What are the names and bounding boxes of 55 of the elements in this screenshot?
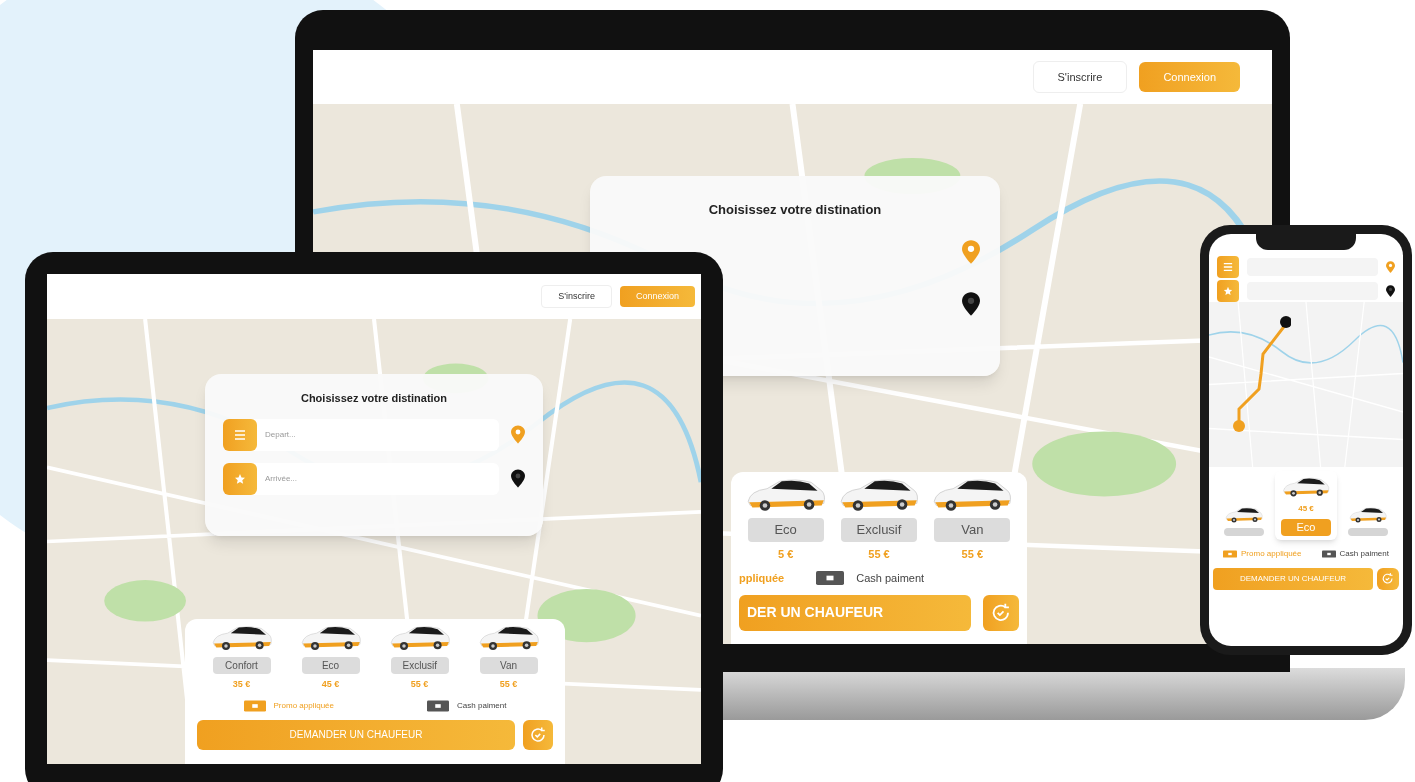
price-text: 45 € [321,678,340,691]
cash-icon [427,699,450,712]
vehicle-type-tab[interactable]: Van [934,518,1011,542]
star-icon [1223,286,1233,296]
ticket-icon [1223,549,1238,558]
address-input[interactable]: Depart... [265,428,499,441]
payment-text: Cash paiment [457,699,507,712]
map-pin-icon [962,291,980,316]
signup-button[interactable]: S'inscrire [541,284,612,309]
car-drawing [1281,475,1331,499]
list-icon [234,428,246,441]
map-pin-icon [511,469,525,488]
promo-text: Promo appliquée [1241,547,1302,560]
cash-icon [816,570,845,587]
map-pin-icon [1386,285,1395,297]
refresh-icon [990,601,1012,624]
list-icon [1223,262,1233,272]
price-text: 45 € [1298,503,1314,515]
address-field[interactable]: Depart... [223,418,499,451]
signup-button[interactable]: S'inscrire [1032,60,1128,94]
vehicle-type-tab[interactable] [1224,527,1264,536]
car-drawing [1348,505,1388,524]
refresh-icon [1381,571,1395,586]
cash-icon [1321,549,1336,558]
payment-text: Cash paiment [1339,547,1389,560]
map-pin-icon [511,425,525,444]
refresh-button[interactable] [523,719,553,750]
refresh-button[interactable] [983,594,1019,631]
vehicle-type-tab[interactable]: Van [479,657,538,674]
map-pin-icon [962,239,980,264]
price-text: 5 € [778,546,794,562]
promo-text: ppliquée [739,571,785,586]
price-text: 55 € [868,546,890,562]
map-pin-icon [1386,261,1395,273]
address-input[interactable]: Arrivée... [265,472,499,485]
vehicle-type-tab[interactable] [1348,527,1388,536]
refresh-button[interactable] [1377,567,1399,590]
car-drawing [1224,505,1264,524]
payment-text: Cash paiment [856,571,925,586]
vehicle-type-tab[interactable]: Exclusif [841,518,917,542]
price-text: 55 € [410,678,429,691]
price-text: 35 € [232,678,251,691]
card-title: Choisissez votre distination [708,201,882,219]
vehicle-type-tab[interactable]: Eco [747,518,824,542]
address-field[interactable]: Arrivée... [223,462,499,495]
card-title: Choisissez votre distination [300,391,448,406]
star-icon [234,472,246,485]
price-text: 55 € [961,546,984,562]
promo-text: Promo appliquée [273,699,334,712]
price-text: 55 € [499,678,518,691]
vehicle-type-tab[interactable]: Confort [212,657,271,674]
ticket-icon [243,699,266,712]
vehicle-type-tab[interactable]: Exclusif [390,657,449,674]
vehicle-type-tab[interactable]: Eco [301,657,360,674]
refresh-icon [529,725,547,744]
